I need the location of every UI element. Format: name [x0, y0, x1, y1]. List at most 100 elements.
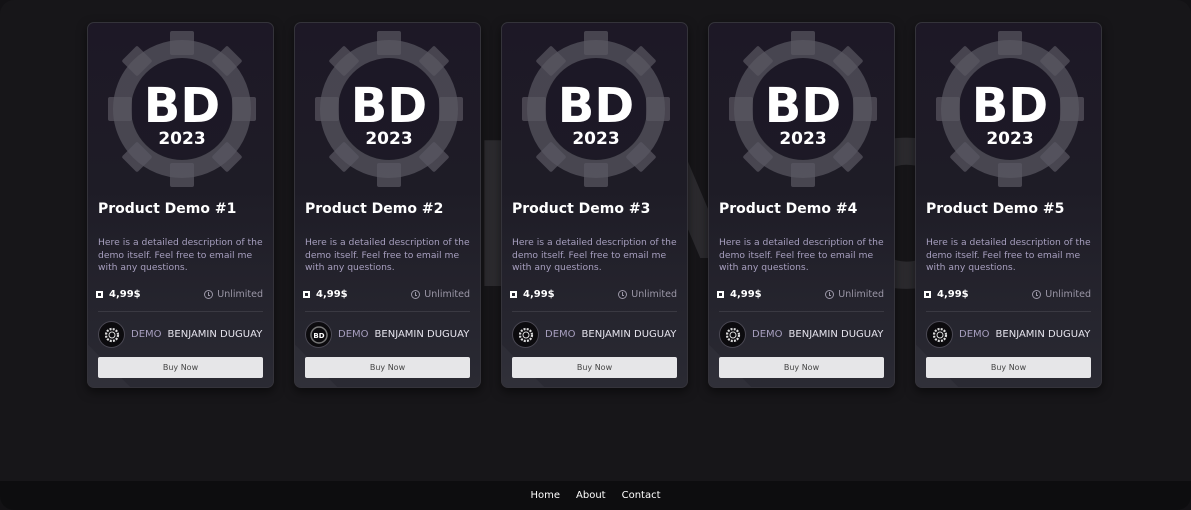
- gear-icon: [518, 327, 533, 342]
- svg-text:BD: BD: [557, 78, 633, 134]
- gear-logo-icon: BD 2023: [314, 31, 463, 187]
- app-window: DEMO BD: [0, 0, 1191, 510]
- duration-value: Unlimited: [1045, 289, 1091, 300]
- buy-now-button[interactable]: Buy Now: [305, 357, 470, 378]
- buy-now-button[interactable]: Buy Now: [512, 357, 677, 378]
- author-name: BENJAMIN DUGUAY: [788, 329, 884, 340]
- product-description: Here is a detailed description of the de…: [719, 237, 884, 273]
- product-cards: BD 2023 Product Demo #1 Here is a detail…: [87, 22, 1102, 388]
- card-divider: [926, 311, 1091, 312]
- product-title: Product Demo #4: [719, 201, 858, 217]
- svg-text:2023: 2023: [986, 129, 1033, 149]
- clock-icon: [411, 290, 421, 299]
- footer-link-home[interactable]: Home: [530, 490, 560, 501]
- price-tag-icon: [303, 291, 310, 298]
- avatar: [98, 321, 125, 348]
- avatar: [512, 321, 539, 348]
- product-duration: Unlimited: [825, 289, 884, 300]
- avatar: BD: [305, 321, 332, 348]
- bd-logo-icon: BD: [309, 325, 328, 344]
- product-description: Here is a detailed description of the de…: [512, 237, 677, 273]
- product-meta: 4,99$ Unlimited: [717, 289, 884, 300]
- avatar: [926, 321, 953, 348]
- author-tag: DEMO: [545, 329, 576, 340]
- footer-link-contact[interactable]: Contact: [622, 490, 661, 501]
- product-author: DEMO BENJAMIN DUGUAY: [719, 321, 883, 348]
- product-duration: Unlimited: [411, 289, 470, 300]
- product-meta: 4,99$ Unlimited: [303, 289, 470, 300]
- price-value: 4,99$: [730, 289, 762, 300]
- price-tag-icon: [924, 291, 931, 298]
- price-tag-icon: [510, 291, 517, 298]
- product-logo: BD 2023: [295, 29, 480, 197]
- svg-text:2023: 2023: [572, 129, 619, 149]
- price-tag-icon: [717, 291, 724, 298]
- duration-value: Unlimited: [424, 289, 470, 300]
- product-author: DEMO BENJAMIN DUGUAY: [98, 321, 262, 348]
- product-description: Here is a detailed description of the de…: [98, 237, 263, 273]
- gear-logo-icon: BD 2023: [935, 31, 1084, 187]
- price-value: 4,99$: [937, 289, 969, 300]
- author-tag: DEMO: [752, 329, 783, 340]
- product-card: BD 2023 Product Demo #1 Here is a detail…: [87, 22, 274, 388]
- price-value: 4,99$: [523, 289, 555, 300]
- product-title: Product Demo #3: [512, 201, 651, 217]
- svg-text:2023: 2023: [365, 129, 412, 149]
- card-divider: [512, 311, 677, 312]
- gear-icon: [725, 327, 740, 342]
- product-duration: Unlimited: [618, 289, 677, 300]
- product-author: DEMO BENJAMIN DUGUAY: [512, 321, 676, 348]
- svg-text:2023: 2023: [158, 129, 205, 149]
- product-meta: 4,99$ Unlimited: [510, 289, 677, 300]
- price-value: 4,99$: [316, 289, 348, 300]
- product-description: Here is a detailed description of the de…: [926, 237, 1091, 273]
- author-name: BENJAMIN DUGUAY: [995, 329, 1091, 340]
- author-name: BENJAMIN DUGUAY: [167, 329, 263, 340]
- card-divider: [305, 311, 470, 312]
- svg-text:2023: 2023: [779, 129, 826, 149]
- author-name: BENJAMIN DUGUAY: [581, 329, 677, 340]
- price-tag-icon: [96, 291, 103, 298]
- gear-logo-icon: BD 2023: [107, 31, 256, 187]
- gear-icon: [932, 327, 947, 342]
- avatar: [719, 321, 746, 348]
- svg-text:BD: BD: [350, 78, 426, 134]
- gear-logo-icon: BD 2023: [728, 31, 877, 187]
- gear-icon: [104, 327, 119, 342]
- duration-value: Unlimited: [838, 289, 884, 300]
- author-tag: DEMO: [131, 329, 162, 340]
- product-description: Here is a detailed description of the de…: [305, 237, 470, 273]
- buy-now-button[interactable]: Buy Now: [719, 357, 884, 378]
- card-divider: [719, 311, 884, 312]
- author-tag: DEMO: [959, 329, 990, 340]
- buy-now-button[interactable]: Buy Now: [926, 357, 1091, 378]
- duration-value: Unlimited: [631, 289, 677, 300]
- product-duration: Unlimited: [1032, 289, 1091, 300]
- svg-text:BD: BD: [971, 78, 1047, 134]
- clock-icon: [825, 290, 835, 299]
- product-author: DEMO BENJAMIN DUGUAY: [926, 321, 1090, 348]
- author-tag: DEMO: [338, 329, 369, 340]
- svg-text:BD: BD: [764, 78, 840, 134]
- svg-text:BD: BD: [143, 78, 219, 134]
- clock-icon: [1032, 290, 1042, 299]
- product-price: 4,99$: [924, 289, 969, 300]
- product-author: BD DEMO BENJAMIN DUGUAY: [305, 321, 469, 348]
- product-title: Product Demo #1: [98, 201, 237, 217]
- price-value: 4,99$: [109, 289, 141, 300]
- gear-logo-icon: BD 2023: [521, 31, 670, 187]
- product-title: Product Demo #5: [926, 201, 1065, 217]
- product-card: BD 2023 Product Demo #5 Here is a detail…: [915, 22, 1102, 388]
- footer-nav: Home About Contact: [0, 481, 1191, 510]
- duration-value: Unlimited: [217, 289, 263, 300]
- buy-now-button[interactable]: Buy Now: [98, 357, 263, 378]
- product-logo: BD 2023: [916, 29, 1101, 197]
- footer-link-about[interactable]: About: [576, 490, 606, 501]
- product-card: BD 2023 Product Demo #3 Here is a detail…: [501, 22, 688, 388]
- clock-icon: [618, 290, 628, 299]
- product-card: BD 2023 Product Demo #4 Here is a detail…: [708, 22, 895, 388]
- product-price: 4,99$: [510, 289, 555, 300]
- clock-icon: [204, 290, 214, 299]
- product-logo: BD 2023: [502, 29, 687, 197]
- product-meta: 4,99$ Unlimited: [924, 289, 1091, 300]
